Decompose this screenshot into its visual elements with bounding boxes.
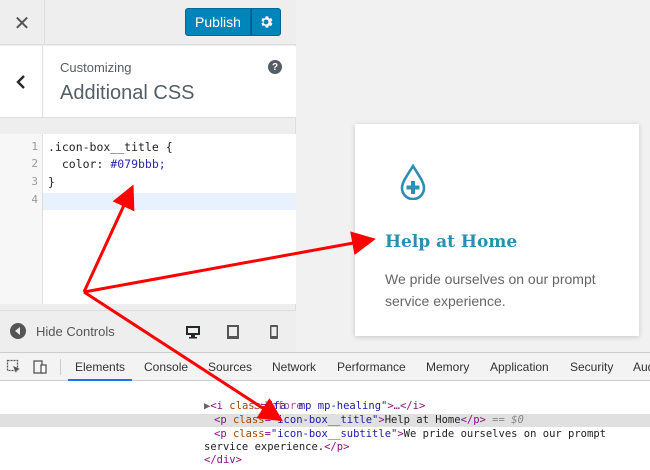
css-editor[interactable]: 1 2 3 4 .icon-box__title { color: #079bb… bbox=[0, 134, 296, 304]
dom-node[interactable]: </div> bbox=[0, 454, 650, 467]
inspect-icon[interactable] bbox=[6, 359, 22, 375]
line-gutter: 1 2 3 4 bbox=[0, 134, 43, 304]
tab-audits[interactable]: Aud bbox=[633, 353, 650, 381]
hide-controls-icon bbox=[10, 323, 26, 339]
code-line: color: #079bbb; bbox=[48, 157, 166, 171]
dom-tree: ::before ▶<i class="fa mp mp-healing">…<… bbox=[0, 381, 650, 470]
hide-controls-button[interactable]: Hide Controls bbox=[10, 323, 115, 339]
section-header: Customizing Additional CSS ? bbox=[0, 46, 296, 118]
line-number: 1 bbox=[31, 140, 38, 153]
active-line-highlight bbox=[43, 193, 296, 210]
code-line: } bbox=[48, 175, 55, 189]
code-color-value: #079bbb; bbox=[110, 157, 166, 171]
icon-box-subtitle: We pride ourselves on our prompt service… bbox=[385, 271, 596, 309]
desktop-preview-button[interactable] bbox=[182, 321, 204, 343]
chevron-left-icon bbox=[16, 75, 25, 89]
hide-controls-label: Hide Controls bbox=[36, 323, 115, 339]
tab-console[interactable]: Console bbox=[144, 353, 188, 381]
device-toggle-icon[interactable] bbox=[32, 359, 48, 375]
publish-button[interactable]: Publish bbox=[185, 8, 251, 36]
tablet-icon bbox=[227, 325, 239, 339]
help-icon[interactable]: ? bbox=[268, 60, 282, 74]
customizer-header: ✕ Publish bbox=[0, 0, 296, 45]
dom-node-continued: service experience.</p> bbox=[204, 441, 350, 453]
icon-box-title: Help at Home bbox=[385, 232, 518, 252]
mobile-preview-button[interactable] bbox=[263, 321, 285, 343]
dom-node[interactable]: <p class="icon-box__subtitle">We pride o… bbox=[0, 428, 650, 441]
back-button[interactable] bbox=[0, 46, 43, 118]
tab-performance[interactable]: Performance bbox=[337, 353, 406, 381]
line-number: 3 bbox=[31, 175, 38, 188]
devtools-tabbar: Elements Console Sources Network Perform… bbox=[0, 353, 650, 381]
line-number: 4 bbox=[31, 193, 38, 206]
dom-node[interactable]: ▶<i class="fa mp mp-healing">…</i> bbox=[0, 400, 650, 413]
icon-box-card: Help at Home We pride ourselves on our p… bbox=[355, 124, 639, 336]
customizer-footer: Hide Controls bbox=[0, 310, 296, 352]
site-preview: Help at Home We pride ourselves on our p… bbox=[297, 0, 650, 352]
line-number: 2 bbox=[31, 157, 38, 170]
toolbar-divider bbox=[60, 359, 61, 375]
dom-node-selected[interactable]: <p class="icon-box__title">Help at Home<… bbox=[0, 414, 650, 427]
tab-elements[interactable]: Elements bbox=[68, 353, 133, 381]
expand-arrow-icon[interactable]: ▶ bbox=[0, 400, 210, 412]
desktop-icon bbox=[186, 326, 200, 339]
tab-network[interactable]: Network bbox=[272, 353, 316, 381]
dom-node[interactable]: ::before bbox=[0, 387, 650, 412]
gear-icon bbox=[261, 16, 273, 28]
customizing-label: Customizing bbox=[60, 60, 132, 75]
devtools-panel: Elements Console Sources Network Perform… bbox=[0, 352, 650, 470]
code-line: .icon-box__title { bbox=[48, 140, 173, 154]
tablet-preview-button[interactable] bbox=[222, 321, 244, 343]
close-button[interactable]: ✕ bbox=[0, 0, 45, 45]
close-icon: ✕ bbox=[13, 10, 31, 35]
tab-memory[interactable]: Memory bbox=[426, 353, 469, 381]
publish-settings-button[interactable] bbox=[251, 8, 281, 36]
section-title: Additional CSS bbox=[60, 82, 195, 104]
tab-sources[interactable]: Sources bbox=[208, 353, 252, 381]
code-property: color: bbox=[48, 157, 111, 171]
customizer-sidebar: ✕ Publish Customizing Additional CSS ? 1… bbox=[0, 0, 296, 352]
tab-security[interactable]: Security bbox=[570, 353, 613, 381]
medical-drop-icon bbox=[400, 164, 426, 200]
tab-application[interactable]: Application bbox=[490, 353, 549, 381]
mobile-icon bbox=[270, 325, 278, 339]
